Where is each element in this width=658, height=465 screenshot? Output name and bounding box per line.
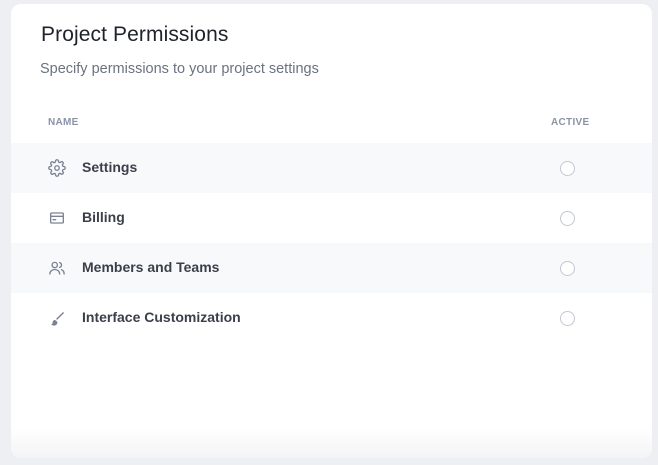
permission-label: Settings	[82, 159, 138, 175]
permission-row-settings: Settings	[11, 143, 652, 193]
page-title: Project Permissions	[41, 23, 229, 46]
active-radio-members[interactable]	[560, 261, 575, 276]
page-subtitle: Specify permissions to your project sett…	[40, 61, 319, 77]
column-header-active: ACTIVE	[551, 117, 590, 128]
active-radio-billing[interactable]	[560, 211, 575, 226]
permissions-list: Settings Billing Members and Teams Inter…	[11, 143, 652, 343]
permission-row-members: Members and Teams	[11, 243, 652, 293]
active-radio-interface[interactable]	[560, 311, 575, 326]
brush-icon	[47, 308, 67, 328]
permission-label: Members and Teams	[82, 259, 220, 275]
permission-row-billing: Billing	[11, 193, 652, 243]
permission-row-interface: Interface Customization	[11, 293, 652, 343]
column-header-name: NAME	[48, 117, 79, 128]
users-icon	[47, 258, 67, 278]
permissions-card: Project Permissions Specify permissions …	[11, 4, 652, 458]
permission-label: Interface Customization	[82, 309, 241, 325]
active-radio-settings[interactable]	[560, 161, 575, 176]
card-icon	[47, 208, 67, 228]
permission-label: Billing	[82, 209, 125, 225]
gear-icon	[47, 158, 67, 178]
